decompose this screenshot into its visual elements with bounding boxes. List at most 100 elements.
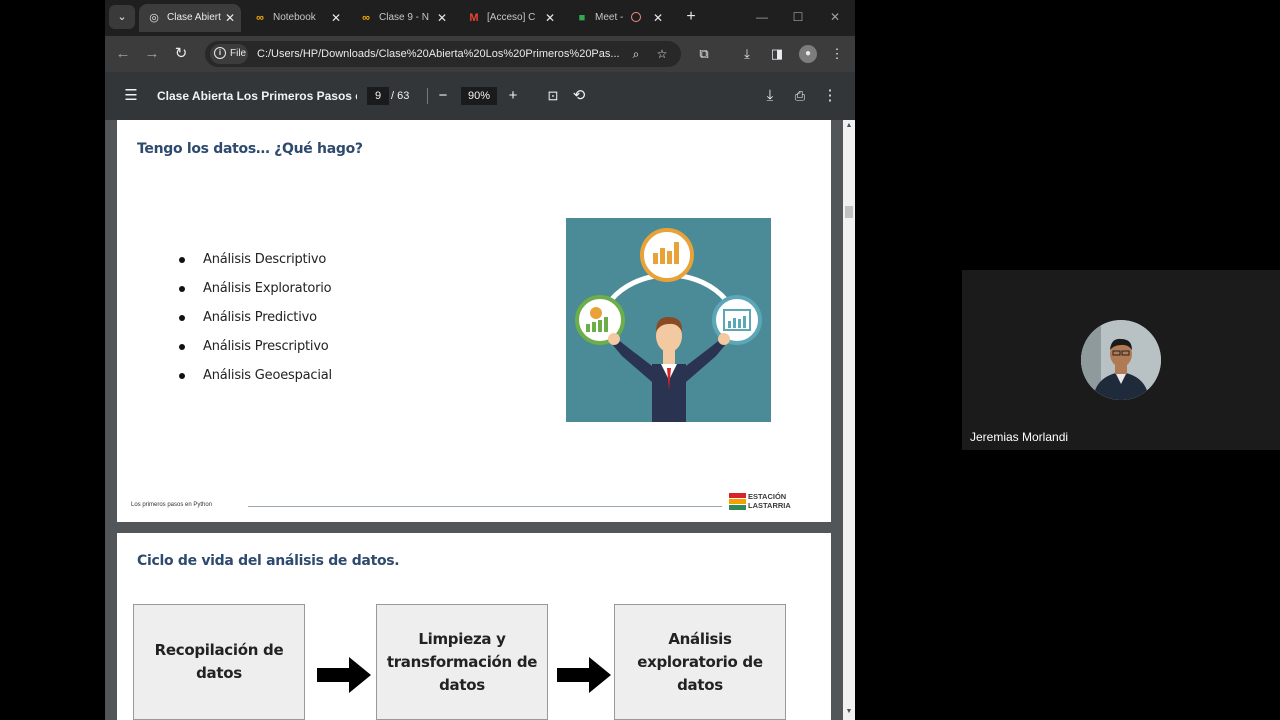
tab-title: Notebook <box>273 12 316 23</box>
participant-name: Jeremias Morlandi <box>970 430 1069 444</box>
page-number-input[interactable]: 9 <box>367 87 389 105</box>
list-item: Análisis Prescriptivo <box>179 339 332 368</box>
close-icon[interactable]: ✕ <box>225 4 235 32</box>
bullet-icon <box>179 257 185 263</box>
print-icon[interactable]: ⎙ <box>788 84 812 108</box>
rotate-icon[interactable]: ⟲ <box>567 84 591 108</box>
tab-title: [Acceso] C <box>487 12 536 23</box>
list-item: Análisis Geoespacial <box>179 368 332 397</box>
arrow-right-icon <box>557 657 611 693</box>
maximize-button[interactable]: ☐ <box>786 6 810 28</box>
extensions-icon[interactable]: ⧉ <box>692 42 716 66</box>
close-icon[interactable]: ✕ <box>545 4 555 32</box>
list-item: Análisis Predictivo <box>179 310 332 339</box>
tab-title: Meet - <box>595 12 624 23</box>
reload-button[interactable]: ↻ <box>169 42 193 66</box>
bullet-icon <box>179 373 185 379</box>
slide-footer: Los primeros pasos en Python <box>131 502 213 508</box>
close-icon[interactable]: ✕ <box>653 4 663 32</box>
step-line: Análisis <box>668 629 732 648</box>
pdf-viewer[interactable]: Tengo los datos… ¿Qué hago? Análisis Des… <box>105 120 855 720</box>
scrollbar-thumb[interactable] <box>845 206 853 218</box>
list-item-label: Análisis Geoespacial <box>203 368 332 383</box>
participant-tile: Jeremias Morlandi <box>962 270 1280 450</box>
colab-icon: ∞ <box>256 12 264 24</box>
download-icon[interactable]: ⤓ <box>735 42 759 66</box>
recording-icon <box>631 12 641 22</box>
tab-clase-9[interactable]: ∞ Clase 9 - N ✕ <box>351 4 453 32</box>
estacion-lastarria-logo: ESTACIÓN LASTARRIA <box>729 492 799 511</box>
zoom-icon[interactable]: ⌕ <box>625 43 647 65</box>
bookmark-star-icon[interactable]: ☆ <box>651 43 673 65</box>
step-limpieza: Limpieza y transformación de datos <box>376 604 548 720</box>
colab-icon: ∞ <box>362 12 370 24</box>
close-icon[interactable]: ✕ <box>437 4 447 32</box>
tab-title: Clase Abiert <box>167 12 221 23</box>
tab-title: Clase 9 - N <box>379 12 430 23</box>
step-line: datos <box>196 664 242 682</box>
zoom-level-input[interactable]: 90% <box>461 87 497 105</box>
pdf-page-10: Ciclo de vida del análisis de datos. Rec… <box>117 533 831 720</box>
zoom-out-button[interactable]: − <box>431 84 455 108</box>
list-item-label: Análisis Descriptivo <box>203 252 327 267</box>
minimize-button[interactable]: — <box>750 6 774 28</box>
list-item: Análisis Exploratorio <box>179 281 332 310</box>
analysis-list: Análisis Descriptivo Análisis Explorator… <box>179 252 332 397</box>
close-icon[interactable]: ✕ <box>331 4 341 32</box>
slide-title: Tengo los datos… ¿Qué hago? <box>137 141 363 157</box>
list-item-label: Análisis Exploratorio <box>203 281 332 296</box>
file-label: File <box>230 48 247 59</box>
step-line: datos <box>677 675 723 694</box>
step-analisis-exploratorio: Análisis exploratorio de datos <box>614 604 786 720</box>
list-item-label: Análisis Predictivo <box>203 310 317 325</box>
zoom-in-button[interactable]: + <box>501 84 525 108</box>
logo-text: ESTACIÓN LASTARRIA <box>748 492 791 510</box>
logo-mark-icon <box>729 493 746 510</box>
pdf-more-icon[interactable]: ⋮ <box>818 84 842 108</box>
pdf-page-9: Tengo los datos… ¿Qué hago? Análisis Des… <box>117 120 831 522</box>
bullet-icon <box>179 286 185 292</box>
address-bar[interactable]: i File C:/Users/HP/Downloads/Clase%20Abi… <box>205 41 681 67</box>
bullet-icon <box>179 315 185 321</box>
sidebar-menu-icon[interactable]: ☰ <box>119 84 143 108</box>
fit-page-icon[interactable]: ⊡ <box>541 84 565 108</box>
tab-clase-abierta[interactable]: ◎ Clase Abiert ✕ <box>139 4 241 32</box>
data-analyst-illustration <box>566 218 771 422</box>
logo-line-2: LASTARRIA <box>748 500 791 510</box>
tab-strip: ⌄ ◎ Clase Abiert ✕ ∞ Notebook ✕ ∞ Clase … <box>105 0 855 36</box>
tab-meet[interactable]: ■ Meet - ✕ <box>567 4 669 32</box>
bullet-icon <box>179 344 185 350</box>
new-tab-button[interactable]: + <box>680 6 702 28</box>
arrow-right-icon <box>317 657 371 693</box>
address-toolbar: ← → ↻ i File C:/Users/HP/Downloads/Clase… <box>105 36 855 72</box>
window-close-button[interactable]: ✕ <box>823 6 847 28</box>
scroll-up-icon[interactable]: ▲ <box>843 122 855 129</box>
footer-divider <box>248 506 722 507</box>
site-info-chip[interactable]: i File <box>210 44 248 64</box>
forward-button[interactable]: → <box>140 42 164 66</box>
profile-avatar[interactable]: ● <box>799 45 817 63</box>
page-total: / 63 <box>391 90 410 102</box>
gmail-icon: M <box>469 12 479 24</box>
step-line: datos <box>439 675 485 694</box>
pdf-toolbar: ☰ Clase Abierta Los Primeros Pasos e... … <box>105 72 855 120</box>
vertical-scrollbar[interactable]: ▲ ▼ <box>843 120 855 720</box>
url-text[interactable]: C:/Users/HP/Downloads/Clase%20Abierta%20… <box>257 41 621 67</box>
back-button[interactable]: ← <box>111 42 135 66</box>
browser-window: ⌄ ◎ Clase Abiert ✕ ∞ Notebook ✕ ∞ Clase … <box>105 0 855 720</box>
tab-gmail[interactable]: M [Acceso] C ✕ <box>459 4 561 32</box>
step-recopilacion: Recopilación de datos <box>133 604 305 720</box>
toolbar-divider <box>427 88 428 104</box>
browser-menu-icon[interactable]: ⋮ <box>825 42 849 66</box>
step-line: transformación de <box>386 652 538 671</box>
list-item-label: Análisis Prescriptivo <box>203 339 329 354</box>
document-title: Clase Abierta Los Primeros Pasos e... <box>157 89 357 103</box>
side-panel-icon[interactable]: ◨ <box>765 42 789 66</box>
tab-notebook[interactable]: ∞ Notebook ✕ <box>245 4 347 32</box>
globe-icon: ◎ <box>149 12 159 24</box>
step-line: Limpieza y <box>418 629 506 648</box>
pdf-download-icon[interactable]: ⤓ <box>758 84 782 108</box>
step-line: Recopilación de <box>154 641 284 659</box>
scroll-down-icon[interactable]: ▼ <box>843 708 855 715</box>
tab-search-button[interactable]: ⌄ <box>109 5 135 29</box>
